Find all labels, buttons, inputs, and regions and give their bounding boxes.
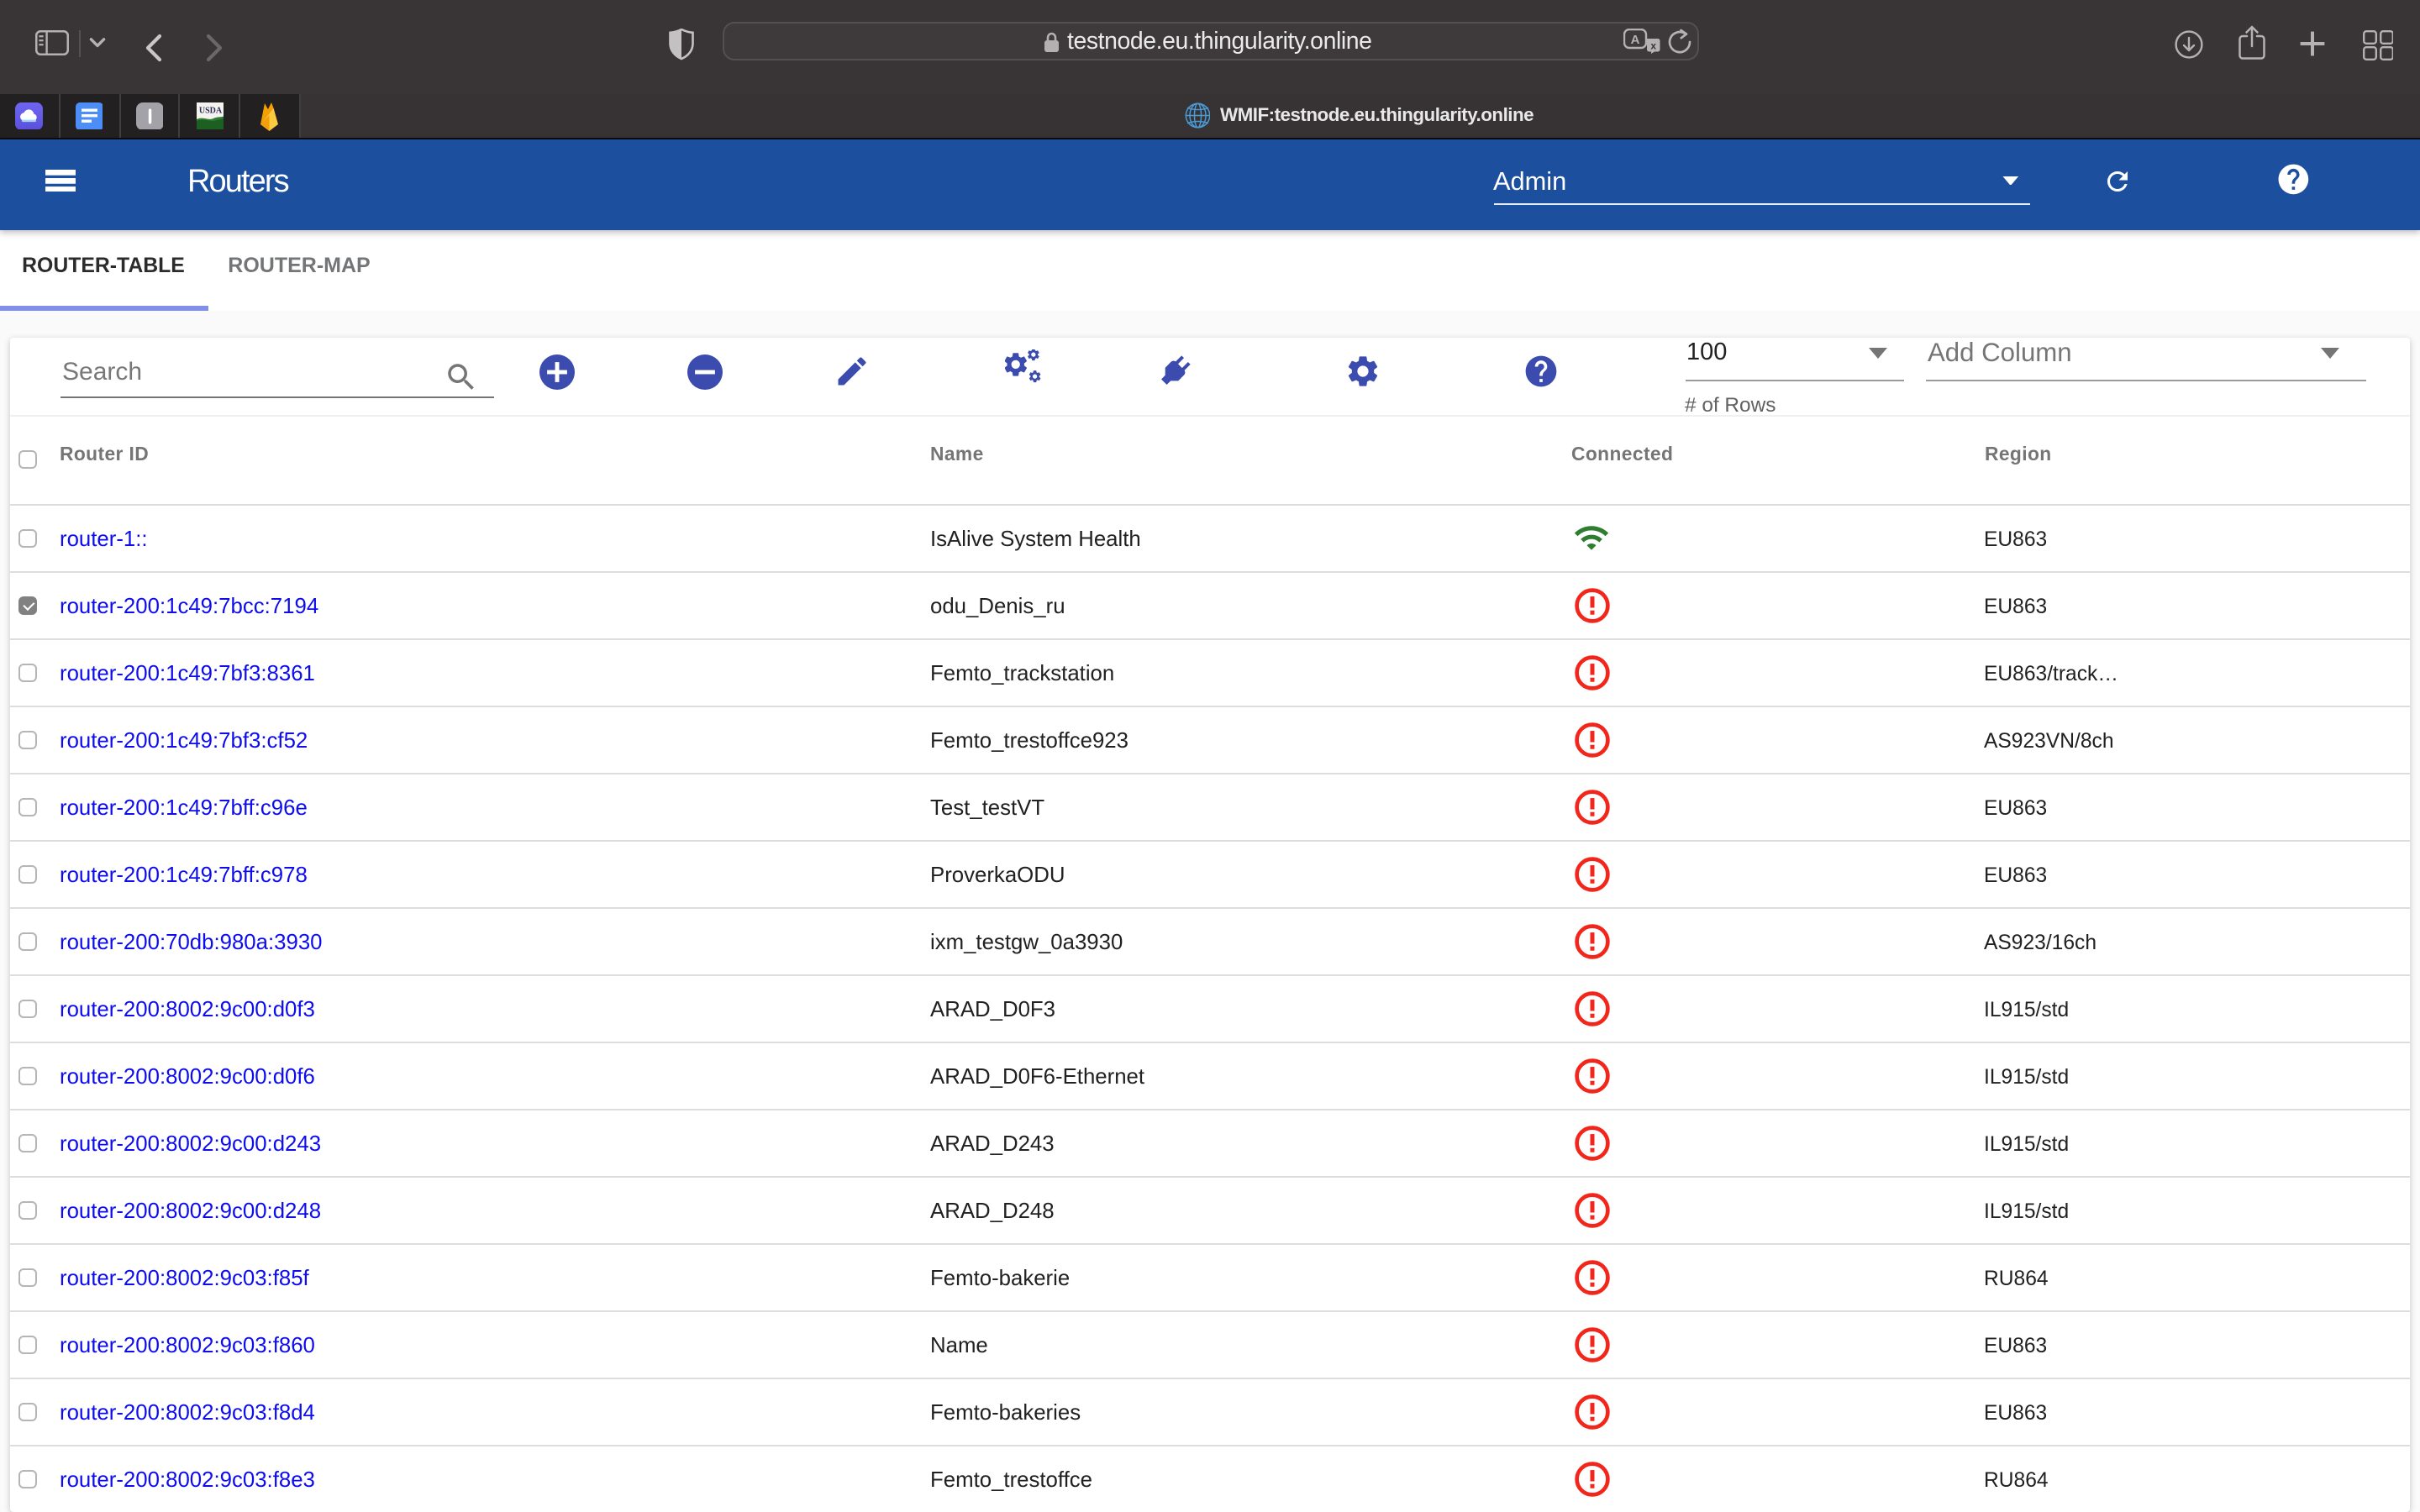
- svg-text:A: A: [1631, 32, 1640, 46]
- svg-text:USDA: USDA: [198, 106, 222, 115]
- svg-text:x: x: [1650, 39, 1656, 51]
